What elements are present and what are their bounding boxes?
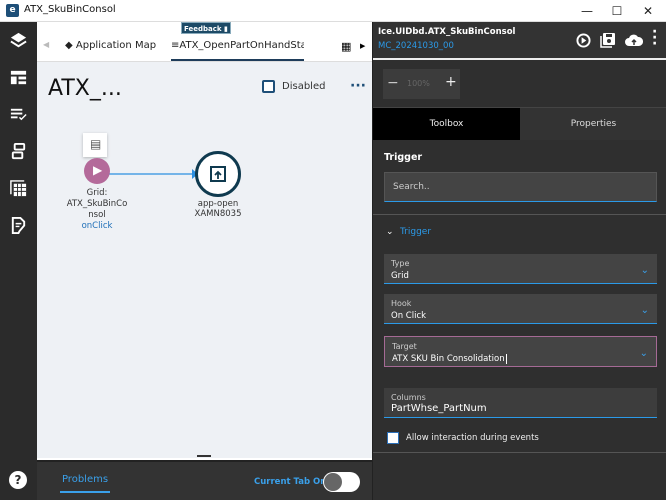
- document-edit-icon[interactable]: [9, 216, 28, 235]
- resize-handle[interactable]: [197, 455, 211, 457]
- node-sublabel: XAMN8035: [194, 209, 242, 219]
- disabled-label: Disabled: [282, 81, 326, 92]
- hook-dropdown[interactable]: Hook On Click ⌄: [384, 294, 657, 324]
- allow-interaction-checkbox[interactable]: [387, 432, 399, 444]
- columns-input[interactable]: Columns PartWhse_PartNum: [384, 388, 657, 418]
- field-value: On Click: [391, 311, 427, 321]
- help-icon[interactable]: ?: [9, 471, 27, 489]
- tab-toolbox[interactable]: Toolbox: [373, 108, 520, 140]
- zoom-out-button[interactable]: −: [387, 75, 399, 91]
- properties-panel: Ice.UIDbd.ATX_SkuBinConsol MC_20241030_0…: [372, 22, 666, 500]
- feedback-label: Feedback: [184, 25, 222, 33]
- field-value: ATX SKU Bin Consolidation: [392, 354, 507, 364]
- field-label: Type: [391, 259, 410, 268]
- layers-icon[interactable]: [9, 31, 28, 50]
- trigger-node[interactable]: ▶: [84, 158, 110, 184]
- layer-version: MC_20241030_00: [378, 41, 454, 51]
- comment-icon: ▮: [223, 25, 228, 33]
- chevron-down-icon: ⌄: [639, 348, 648, 359]
- sidebar: ?: [0, 22, 37, 500]
- maximize-button[interactable]: ☐: [602, 2, 632, 20]
- field-value: Grid: [391, 271, 409, 281]
- more-options-icon[interactable]: ···: [350, 78, 366, 94]
- node-label-line: nsol: [88, 210, 106, 220]
- search-input[interactable]: Search..: [384, 172, 657, 202]
- search-placeholder: Search..: [393, 182, 430, 192]
- transfer-icon[interactable]: [9, 142, 28, 161]
- window-title: ATX_SkuBinConsol: [24, 4, 116, 15]
- field-value: PartWhse_PartNum: [391, 403, 487, 414]
- field-label: Target: [392, 342, 417, 351]
- page-title: ATX_...: [48, 76, 122, 101]
- close-button[interactable]: ✕: [633, 2, 663, 20]
- app-logo: e: [6, 4, 19, 17]
- action-node[interactable]: [195, 151, 241, 197]
- canvas[interactable]: ATX_... Disabled ··· ▤ ▶ Grid: ATX_SkuBi…: [37, 62, 372, 458]
- toggle-knob: [324, 473, 342, 491]
- zoom-control: − 100% +: [383, 69, 460, 99]
- chevron-down-icon: ⌄: [640, 265, 649, 276]
- field-label: Columns: [391, 393, 426, 402]
- tab-application-map[interactable]: ◆ Application Map: [65, 40, 156, 51]
- target-dropdown[interactable]: Target ATX SKU Bin Consolidation ⌄: [384, 336, 657, 367]
- trigger-node-label: Grid: ATX_SkuBinCo nsol onClick: [57, 188, 137, 232]
- play-icon[interactable]: [576, 33, 591, 48]
- play-icon: ▶: [93, 163, 103, 177]
- node-label-line: ATX_SkuBinCo: [66, 199, 128, 209]
- layout-icon[interactable]: ▦: [341, 40, 351, 53]
- tab-scroll-left[interactable]: ◀: [43, 40, 49, 49]
- minimize-button[interactable]: —: [572, 2, 602, 20]
- layout-icon[interactable]: [9, 68, 28, 87]
- zoom-level: 100%: [407, 79, 430, 88]
- delete-button[interactable]: ▤: [83, 133, 107, 157]
- tab-label: ATX_OpenPartOnHandStatus: [179, 40, 304, 51]
- cloud-upload-icon[interactable]: [625, 33, 643, 47]
- feedback-button[interactable]: Feedback ▮: [181, 22, 231, 34]
- field-label: Hook: [391, 299, 412, 308]
- tab-atx-openpartonhandstatus[interactable]: ≡ATX_OpenPartOnHandStatus: [171, 40, 304, 61]
- allow-interaction-label: Allow interaction during events: [406, 433, 539, 443]
- bottom-panel: Problems Current Tab Only: [37, 460, 372, 500]
- tab-problems[interactable]: Problems: [60, 474, 110, 493]
- chevron-down-icon[interactable]: ⌄: [386, 227, 394, 237]
- type-dropdown[interactable]: Type Grid ⌄: [384, 254, 657, 284]
- layers-icon: ◆: [65, 40, 73, 51]
- save-icon[interactable]: [600, 32, 616, 48]
- trash-icon: ▤: [90, 137, 102, 151]
- grid-icon[interactable]: [9, 179, 28, 198]
- trigger-group-header[interactable]: Trigger: [400, 227, 431, 237]
- chevron-down-icon: ⌄: [640, 305, 649, 316]
- disabled-checkbox[interactable]: [262, 80, 275, 93]
- layer-name: Ice.UIDbd.ATX_SkuBinConsol: [378, 27, 516, 37]
- list-check-icon[interactable]: [9, 105, 28, 124]
- node-label: app-open: [197, 199, 239, 209]
- tab-scroll-right[interactable]: ▶: [360, 42, 365, 50]
- node-label-line: Grid:: [86, 188, 108, 198]
- current-tab-only-toggle[interactable]: [323, 472, 360, 492]
- title-bar: e ATX_SkuBinConsol — ☐ ✕: [0, 0, 666, 22]
- section-title: Trigger: [384, 152, 423, 163]
- tab-label: Application Map: [75, 40, 157, 51]
- panel-header: Ice.UIDbd.ATX_SkuBinConsol MC_20241030_0…: [373, 22, 666, 60]
- action-node-label: app-open XAMN8035: [178, 199, 258, 219]
- zoom-in-button[interactable]: +: [445, 74, 457, 90]
- more-vertical-icon[interactable]: · · ·: [652, 25, 657, 51]
- node-event: onClick: [81, 221, 113, 231]
- app-open-icon: [210, 166, 226, 182]
- tab-properties[interactable]: Properties: [520, 108, 666, 140]
